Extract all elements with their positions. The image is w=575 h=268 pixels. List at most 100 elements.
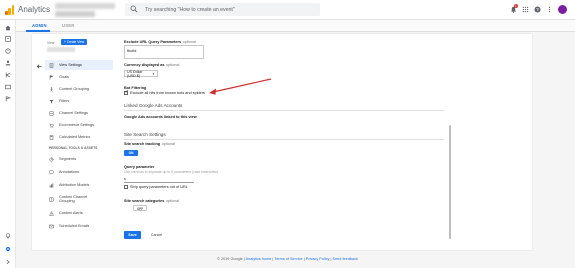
audience-icon[interactable] [4,59,12,67]
left-nav-rail [0,20,16,268]
help-icon[interactable]: ? [534,6,541,13]
nav-item-calculated-metrics[interactable]: Calculated Metrics [45,132,113,142]
search-placeholder: Try searching "How to create an event" [145,6,235,13]
email-icon [49,224,54,228]
nav-item-goals[interactable]: Goals [45,72,113,82]
exclude-params-title-text: Exclude URL Query Parameters [124,40,182,44]
attribution-icon [49,183,54,187]
behavior-icon[interactable] [4,83,12,91]
notification-badge: 1 [514,4,518,8]
personal-tools-heading: PERSONAL TOOLS & ASSETS [49,146,98,150]
chevron-down-icon: ▼ [152,71,155,76]
settings-scrollbar[interactable] [449,125,451,239]
nav-item-label: Attribution Models [59,183,90,187]
ads-divider [124,110,444,111]
create-view-button[interactable]: + Create View [61,39,88,45]
site-search-categories-toggle[interactable]: OFF [133,205,147,211]
nav-item-ecommerce-settings[interactable]: Ecommerce Settings [45,120,113,130]
currency-select[interactable]: US Dollar (USD $) ▼ [124,69,158,78]
nav-item-label: Channel Settings [59,111,88,115]
ads-section-heading: Linked Google Ads Accounts [124,103,183,108]
annotation-icon [49,170,54,175]
flag-icon [49,74,54,79]
filter-icon [49,99,54,103]
footer-link-feedback[interactable]: Send feedback [333,257,358,261]
bot-filtering-label: Exclude all hits from known bots and spi… [130,91,205,95]
nav-item-segments[interactable]: Segments [45,154,113,164]
nav-item-label: Scheduled Emails [59,224,90,228]
analytics-logo[interactable] [5,5,15,15]
realtime-icon[interactable] [4,47,12,55]
nav-item-label: Annotations [59,170,80,174]
tab-admin[interactable]: ADMIN [32,23,47,28]
acquisition-icon[interactable] [4,71,12,79]
footer-link-analytics-home[interactable]: Analytics home [246,257,272,261]
site-search-categories-title: Site search categories optional [124,199,179,203]
person-walking-icon [50,86,53,92]
search-icon [130,5,138,13]
bot-filtering-checkbox[interactable] [124,90,129,95]
segments-icon [49,157,54,161]
notifications-button[interactable]: 1 [510,4,518,13]
account-breadcrumb[interactable] [55,3,115,9]
conversions-icon[interactable] [4,95,12,103]
ads-linked-label: Google Ads accounts linked to this view [124,115,197,119]
home-icon[interactable] [4,24,12,32]
view-selector[interactable] [55,11,95,17]
nav-item-label: Goals [59,75,69,79]
exclude-params-textarea[interactable]: fbclid [124,45,204,59]
tab-user[interactable]: USER [62,23,74,28]
optional-tag: optional [166,63,180,67]
nav-item-scheduled-emails[interactable]: Scheduled Emails [45,221,113,231]
back-arrow-icon[interactable] [36,63,43,70]
channel-icon [49,111,54,115]
nav-item-channel-settings[interactable]: Channel Settings [45,108,113,118]
currency-value: US Dollar (USD $) [127,69,143,78]
strip-query-checkbox[interactable] [124,185,128,189]
admin-gear-icon[interactable] [4,245,12,253]
top-bar: Analytics Try searching "How to create a… [0,0,575,20]
nav-item-custom-alerts[interactable]: Custom Alerts [45,208,113,218]
avatar[interactable] [558,5,567,14]
cancel-button[interactable]: Cancel [148,231,165,239]
nav-item-annotations[interactable]: Annotations [45,167,113,177]
nav-item-label: Calculated Metrics [59,135,91,139]
site-search-tracking-title: Site search tracking optional [124,142,175,146]
site-search-tracking-toggle[interactable]: ON [124,150,138,156]
more-vert-icon[interactable] [546,6,553,13]
alert-icon [49,210,54,216]
footer-link-terms[interactable]: Terms of Service [274,257,302,261]
cart-icon [49,123,54,128]
search-input[interactable]: Try searching "How to create an event" [125,3,320,16]
nav-item-content-grouping[interactable]: Content Grouping [45,84,113,94]
view-name-selector[interactable] [47,47,75,52]
footer-link-privacy[interactable]: Privacy Policy [306,257,330,261]
exclude-params-title: Exclude URL Query Parameters optional [124,40,196,44]
nav-item-attribution-models[interactable]: Attribution Models [45,180,113,190]
nav-item-label: Segments [59,157,77,161]
custom-channel-icon [49,197,54,201]
site-search-divider [124,139,444,140]
view-column-label: View [47,41,55,45]
nav-item-label: Content Grouping [59,87,89,91]
categories-title-text: Site search categories [124,199,165,203]
nav-item-custom-channel-grouping[interactable]: Custom Channel Grouping [45,193,113,205]
tracking-title-text: Site search tracking [124,142,161,146]
apps-grid-icon[interactable] [522,6,529,13]
customization-icon[interactable] [4,35,12,43]
lightbulb-icon[interactable] [4,232,12,240]
nav-item-filters[interactable]: Filters [45,96,113,106]
query-parameter-input[interactable]: s [124,177,194,183]
nav-item-view-settings[interactable]: View Settings [45,60,113,70]
bot-filtering-row[interactable]: Exclude all hits from known bots and spi… [124,90,205,95]
admin-user-tabs: ADMIN USER [16,20,575,32]
nav-item-label: Ecommerce Settings [59,123,95,127]
nav-item-label: Custom Channel Grouping [59,194,88,203]
site-search-heading: Site Search Settings [124,132,166,137]
footer: © 2019 Google | Analytics home | Terms o… [0,257,575,261]
nav-item-label: Custom Alerts [59,211,83,215]
strip-query-row[interactable]: Strip query parameters out of URL [124,185,188,189]
save-button[interactable]: Save [124,231,141,239]
optional-tag: optional [182,40,196,44]
query-parameter-title: Query parameter [124,165,155,169]
